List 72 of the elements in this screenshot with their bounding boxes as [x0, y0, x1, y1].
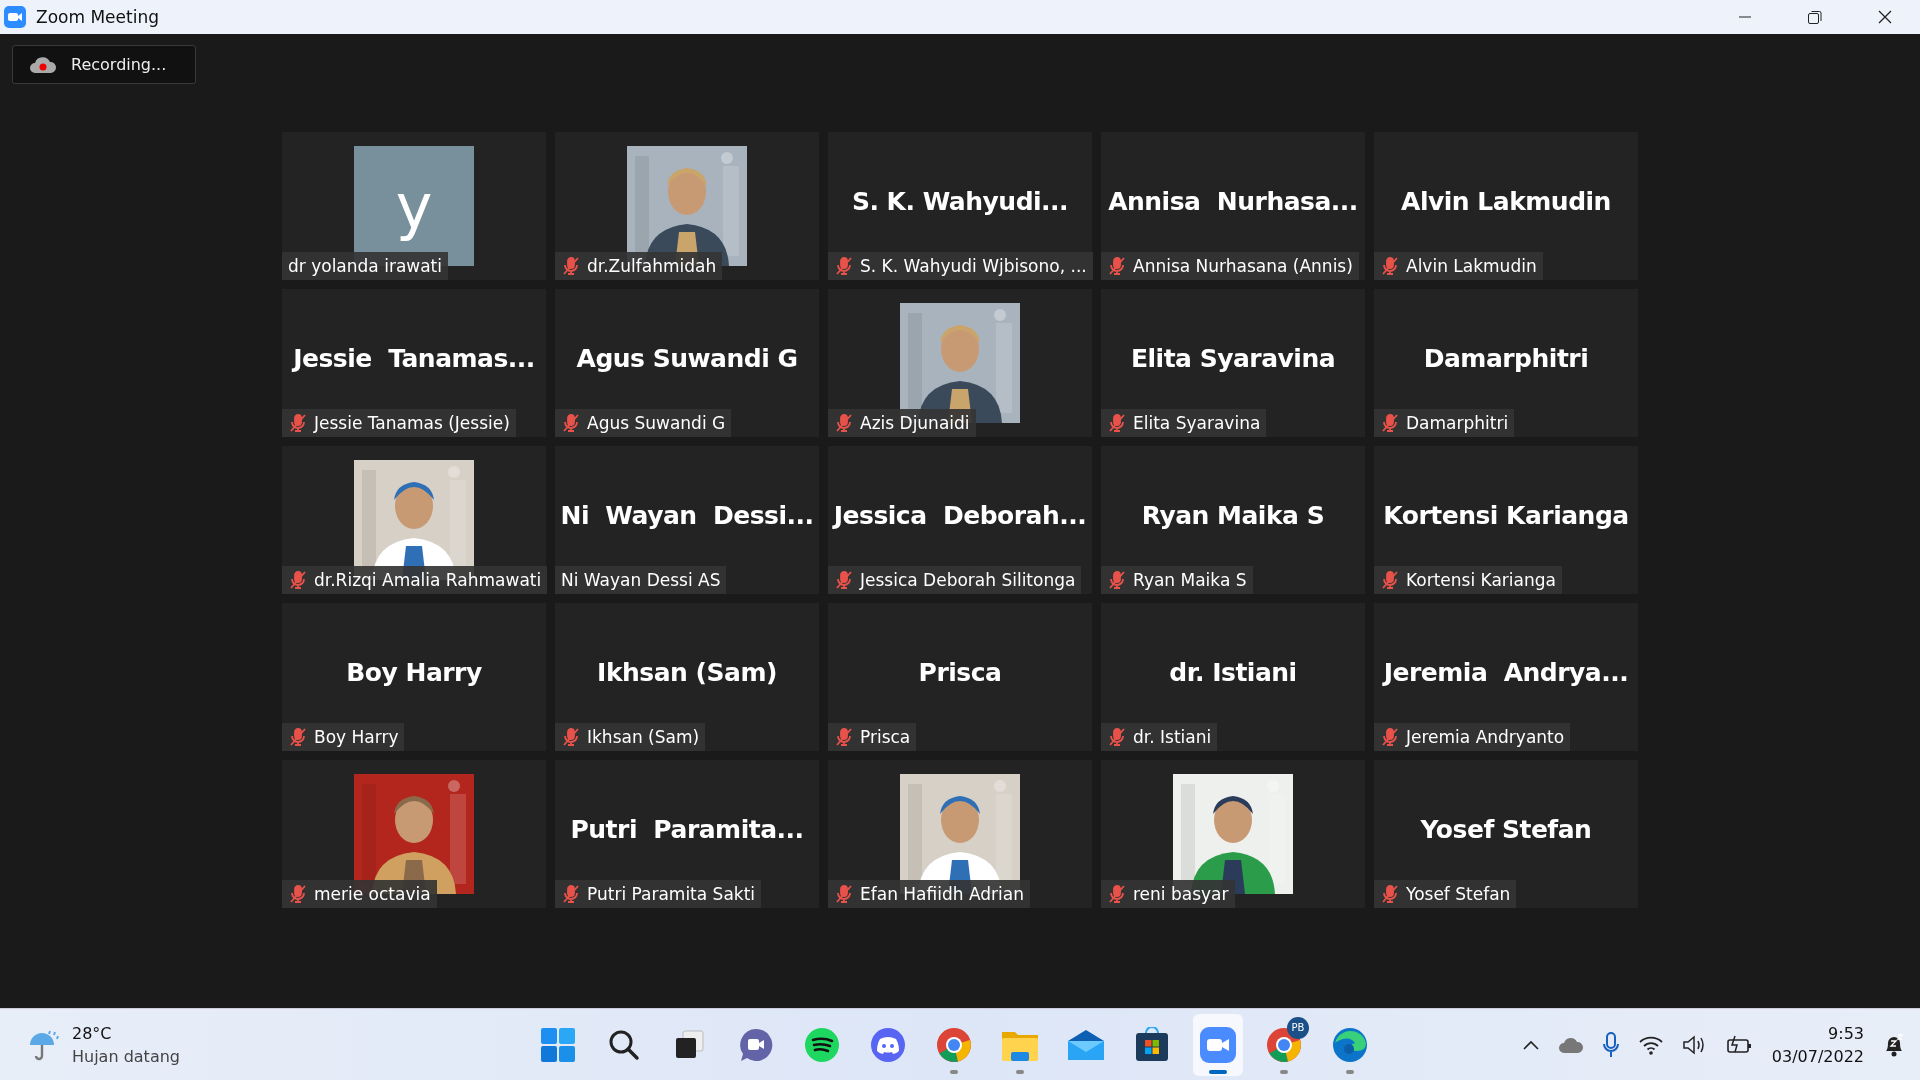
- participant-name: Jeremia Andryanto: [1406, 727, 1565, 747]
- restore-icon: [1807, 9, 1823, 25]
- running-indicator: [949, 1069, 958, 1074]
- weather-condition: Hujan datang: [72, 1045, 180, 1068]
- participant-display-name: Boy Harry: [346, 657, 482, 687]
- profile-badge: PB: [1286, 1016, 1309, 1039]
- participant-display-name: Agus Suwandi G: [576, 343, 798, 373]
- participant-name: dr yolanda irawati: [288, 256, 442, 276]
- participant-name: Elita Syaravina: [1133, 413, 1261, 433]
- wifi-icon[interactable]: [1637, 1034, 1664, 1055]
- participant-display-name: dr. Istiani: [1169, 657, 1297, 687]
- participant-display-name: Jessica Deborah...: [833, 500, 1087, 530]
- participant-name: Azis Djunaidi: [860, 413, 970, 433]
- participant-display-name: Damarphitri: [1423, 343, 1589, 373]
- participant-display-name: Ni Wayan Dessi...: [560, 500, 814, 530]
- participant-name: dr. Istiani: [1133, 727, 1212, 747]
- participant-display-name: S. K. Wahyudi...: [851, 186, 1069, 216]
- chevron-up-icon[interactable]: [1521, 1038, 1540, 1051]
- participant-name: Jessica Deborah Silitonga: [860, 570, 1076, 590]
- participant-display-name: Ikhsan (Sam): [597, 657, 777, 687]
- participant-name: Ikhsan (Sam): [587, 727, 700, 747]
- mail-icon: [1066, 1028, 1105, 1061]
- chat-camera-icon: [737, 1026, 774, 1063]
- running-indicator: [1208, 1069, 1227, 1074]
- participant-display-name: Ryan Maika S: [1141, 500, 1325, 530]
- participant-name: Jessie Tanamas (Jessie): [314, 413, 510, 433]
- cloud-record-icon: [29, 54, 57, 75]
- browser-icon: [935, 1026, 972, 1063]
- participant-name: Boy Harry: [314, 727, 399, 747]
- participant-name: Agus Suwandi G: [587, 413, 726, 433]
- clock[interactable]: 9:53 03/07/2022: [1771, 1021, 1864, 1068]
- wave-browser-icon: [1331, 1026, 1368, 1063]
- taskbar-app-button[interactable]: PB: [1258, 1013, 1309, 1076]
- recording-indicator[interactable]: Recording...: [12, 45, 196, 84]
- participant-name: reni basyar: [1133, 884, 1229, 904]
- music-app-icon: [803, 1026, 840, 1063]
- participant-name: Ryan Maika S: [1133, 570, 1247, 590]
- close-icon: [1877, 9, 1893, 25]
- app-icon: [4, 6, 26, 28]
- participant-name: dr.Zulfahmidah: [587, 256, 717, 276]
- participant-name: S. K. Wahyudi Wjbisono, ...: [860, 256, 1087, 276]
- participant-display-name: Kortensi Karianga: [1383, 500, 1629, 530]
- participant-name: Damarphitri: [1406, 413, 1509, 433]
- participant-display-name: Prisca: [918, 657, 1002, 687]
- participant-name: dr.Rizqi Amalia Rahmawati: [314, 570, 542, 590]
- cloud-icon[interactable]: [1557, 1035, 1584, 1054]
- participant-name: Putri Paramita Sakti: [587, 884, 756, 904]
- participant-name: Alvin Lakmudin: [1406, 256, 1537, 276]
- window-title: Zoom Meeting: [36, 7, 160, 27]
- participant-display-name: Elita Syaravina: [1130, 343, 1336, 373]
- participant-name: Kortensi Karianga: [1406, 570, 1556, 590]
- video-camera-icon: [1199, 1026, 1236, 1063]
- participant-display-name: Jeremia Andrya...: [1383, 657, 1629, 687]
- microphone-icon[interactable]: [1601, 1031, 1620, 1058]
- participant-display-name: Yosef Stefan: [1420, 814, 1592, 844]
- participant-display-name: Putri Paramita...: [570, 814, 804, 844]
- participant-display-name: Jessie Tanamas...: [293, 343, 535, 373]
- battery-icon[interactable]: [1725, 1033, 1754, 1056]
- store-bag-icon: [1133, 1026, 1170, 1063]
- running-indicator: [1015, 1069, 1024, 1074]
- participant-name: Ni Wayan Dessi AS: [561, 570, 721, 590]
- participant-display-name: Alvin Lakmudin: [1401, 186, 1611, 216]
- running-indicator: [1345, 1069, 1354, 1074]
- running-indicator: [1279, 1069, 1288, 1074]
- participant-name: Annisa Nurhasana (Annis): [1133, 256, 1353, 276]
- participant-name: Yosef Stefan: [1406, 884, 1511, 904]
- participant-display-name: Annisa Nurhasa...: [1108, 186, 1358, 216]
- participant-name: merie octavia: [314, 884, 431, 904]
- weather-temperature: 28°C: [72, 1022, 113, 1045]
- start-icon: [539, 1026, 576, 1063]
- participant-name: Efan Hafiidh Adrian: [860, 884, 1024, 904]
- participant-name: Prisca: [860, 727, 911, 747]
